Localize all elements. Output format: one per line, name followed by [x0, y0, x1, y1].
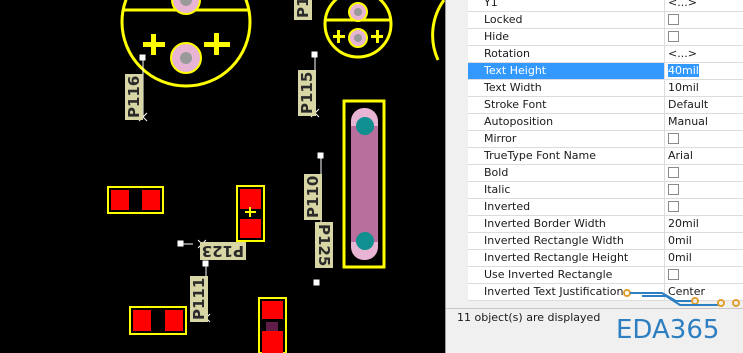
property-value[interactable]: 0mil	[665, 250, 743, 266]
property-name: Rotation	[468, 46, 665, 62]
property-name: Text Height	[468, 63, 665, 79]
property-value[interactable]: 10mil	[665, 80, 743, 96]
designator-p11[interactable]: P11	[294, 0, 312, 20]
property-value[interactable]	[665, 182, 743, 198]
property-name: Stroke Font	[468, 97, 665, 113]
property-name: Bold	[468, 165, 665, 181]
property-value-text: 40mil	[668, 64, 699, 77]
property-name: Italic	[468, 182, 665, 198]
property-row[interactable]: Inverted Border Width 20mil	[468, 216, 743, 233]
property-value[interactable]	[665, 199, 743, 215]
property-row[interactable]: Hide	[468, 29, 743, 46]
property-row[interactable]: Italic	[468, 182, 743, 199]
property-value[interactable]: <...>	[665, 46, 743, 62]
property-value-text: <...>	[668, 0, 697, 9]
property-name: TrueType Font Name	[468, 148, 665, 164]
property-checkbox[interactable]	[668, 167, 679, 178]
property-value[interactable]: 20mil	[665, 216, 743, 232]
selection-handles	[138, 9, 324, 323]
property-value-text: <...>	[668, 47, 697, 60]
designator-p116[interactable]: P116	[125, 73, 143, 120]
property-row[interactable]: Inverted	[468, 199, 743, 216]
pcb-canvas[interactable]: P116 P115 P110 P123 P125 P111 P11	[0, 0, 445, 353]
properties-panel: Y1 <...> Locked Hide Rotation <...> Text Heigh…	[445, 0, 743, 353]
property-row[interactable]: TrueType Font Name Arial	[468, 148, 743, 165]
designator-p110[interactable]: P110	[304, 173, 322, 220]
property-name: Use Inverted Rectangle	[468, 267, 665, 283]
property-name: Text Width	[468, 80, 665, 96]
property-value-text: Default	[668, 98, 709, 111]
property-row[interactable]: Text Width 10mil	[468, 80, 743, 97]
property-row[interactable]: Locked	[468, 12, 743, 29]
watermark-trace-icon	[623, 289, 740, 307]
property-name: Hide	[468, 29, 665, 45]
property-name: Inverted	[468, 199, 665, 215]
designator-p123[interactable]: P123	[199, 242, 246, 260]
property-value[interactable]	[665, 29, 743, 45]
smd-component-1[interactable]	[107, 186, 164, 214]
smd-component-3[interactable]	[129, 306, 187, 335]
property-value[interactable]	[665, 131, 743, 147]
property-name: Inverted Border Width	[468, 216, 665, 232]
property-row[interactable]: Text Height 40mil	[468, 63, 743, 80]
property-checkbox[interactable]	[668, 184, 679, 195]
property-checkbox[interactable]	[668, 31, 679, 42]
property-value-text: Manual	[668, 115, 708, 128]
property-name: Inverted Rectangle Height	[468, 250, 665, 266]
property-value[interactable]: 40mil	[665, 63, 743, 79]
property-row[interactable]: Bold	[468, 165, 743, 182]
property-name: Mirror	[468, 131, 665, 147]
property-checkbox[interactable]	[668, 201, 679, 212]
property-value[interactable]: Default	[665, 97, 743, 113]
property-row[interactable]: Y1 <...>	[468, 0, 743, 12]
property-value[interactable]	[665, 267, 743, 283]
property-checkbox[interactable]	[668, 14, 679, 25]
property-value[interactable]: Arial	[665, 148, 743, 164]
property-value-text: 20mil	[668, 217, 699, 230]
property-row[interactable]: Mirror	[468, 131, 743, 148]
watermark-logo: EDA365	[616, 315, 720, 345]
pcb-drawing[interactable]	[0, 0, 445, 353]
property-value-text: 0mil	[668, 251, 692, 264]
property-value[interactable]: <...>	[665, 0, 743, 11]
property-checkbox[interactable]	[668, 269, 679, 280]
property-row[interactable]: Autoposition Manual	[468, 114, 743, 131]
property-value[interactable]	[665, 12, 743, 28]
property-name: Locked	[468, 12, 665, 28]
property-value-text: 10mil	[668, 81, 699, 94]
property-name: Y1	[468, 0, 665, 11]
designator-p125[interactable]: P125	[315, 222, 333, 269]
property-checkbox[interactable]	[668, 133, 679, 144]
panel-margin	[446, 0, 468, 308]
properties-grid: Y1 <...> Locked Hide Rotation <...> Text Heigh…	[468, 0, 743, 301]
property-value[interactable]: 0mil	[665, 233, 743, 249]
slot-pad[interactable]	[342, 99, 386, 269]
smd-component-4[interactable]	[258, 297, 287, 353]
smd-component-2[interactable]	[236, 185, 265, 242]
designator-p115[interactable]: P115	[298, 69, 316, 116]
property-value[interactable]	[665, 165, 743, 181]
property-value[interactable]: Manual	[665, 114, 743, 130]
connector-footprint-small[interactable]	[323, 0, 393, 59]
property-row[interactable]: Inverted Rectangle Width 0mil	[468, 233, 743, 250]
property-value-text: Arial	[668, 149, 693, 162]
property-name: Autoposition	[468, 114, 665, 130]
property-row[interactable]: Stroke Font Default	[468, 97, 743, 114]
designator-p111[interactable]: P111	[190, 275, 208, 322]
property-row[interactable]: Use Inverted Rectangle	[468, 267, 743, 284]
property-row[interactable]: Rotation <...>	[468, 46, 743, 63]
property-row[interactable]: Inverted Rectangle Height 0mil	[468, 250, 743, 267]
property-name: Inverted Rectangle Width	[468, 233, 665, 249]
property-value-text: 0mil	[668, 234, 692, 247]
